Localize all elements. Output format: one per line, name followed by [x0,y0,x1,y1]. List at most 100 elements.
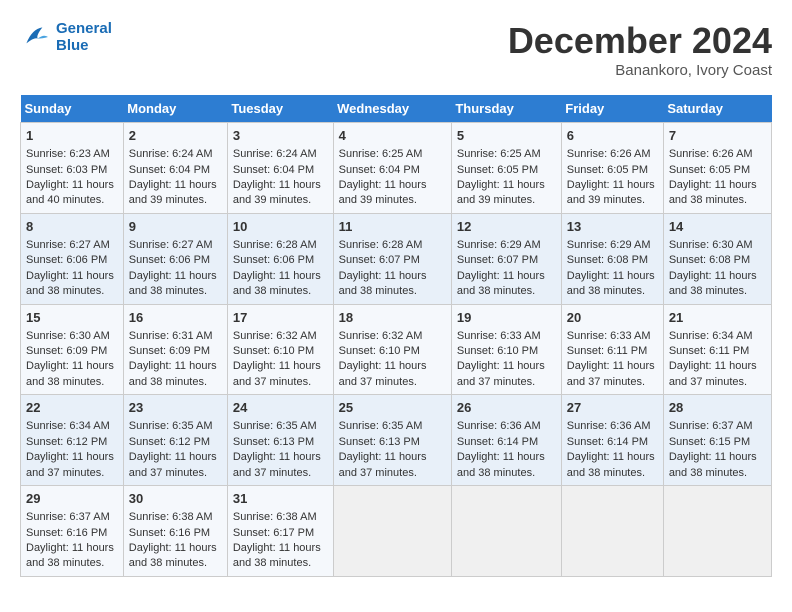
sunset-text: Sunset: 6:11 PM [567,344,658,359]
sunset-text: Sunset: 6:10 PM [457,344,556,359]
sunrise-text: Sunrise: 6:34 AM [669,329,766,344]
calendar-cell [451,486,561,577]
calendar-cell: 6Sunrise: 6:26 AMSunset: 6:05 PMDaylight… [561,123,663,214]
sunrise-text: Sunrise: 6:25 AM [457,147,556,162]
sunset-text: Sunset: 6:04 PM [233,163,328,178]
calendar-cell: 18Sunrise: 6:32 AMSunset: 6:10 PMDayligh… [333,304,451,395]
calendar-cell: 11Sunrise: 6:28 AMSunset: 6:07 PMDayligh… [333,213,451,304]
day-number: 12 [457,218,556,236]
sunrise-text: Sunrise: 6:37 AM [26,510,118,525]
daylight-text: Daylight: 11 hours and 39 minutes. [129,178,222,209]
calendar-row: 22Sunrise: 6:34 AMSunset: 6:12 PMDayligh… [21,395,772,486]
day-number: 5 [457,127,556,145]
day-number: 8 [26,218,118,236]
day-number: 16 [129,309,222,327]
calendar-cell: 16Sunrise: 6:31 AMSunset: 6:09 PMDayligh… [123,304,227,395]
logo-icon [20,21,52,53]
calendar-row: 29Sunrise: 6:37 AMSunset: 6:16 PMDayligh… [21,486,772,577]
month-year: December 2024 [508,20,772,62]
sunrise-text: Sunrise: 6:26 AM [567,147,658,162]
sunset-text: Sunset: 6:12 PM [26,435,118,450]
day-number: 10 [233,218,328,236]
calendar-cell: 7Sunrise: 6:26 AMSunset: 6:05 PMDaylight… [663,123,771,214]
calendar-cell: 26Sunrise: 6:36 AMSunset: 6:14 PMDayligh… [451,395,561,486]
header-day-saturday: Saturday [663,95,771,123]
header-day-monday: Monday [123,95,227,123]
daylight-text: Daylight: 11 hours and 38 minutes. [26,269,118,300]
day-number: 30 [129,490,222,508]
calendar-cell: 2Sunrise: 6:24 AMSunset: 6:04 PMDaylight… [123,123,227,214]
day-number: 4 [339,127,446,145]
sunrise-text: Sunrise: 6:28 AM [233,238,328,253]
title-block: December 2024 Banankoro, Ivory Coast [508,20,772,79]
sunrise-text: Sunrise: 6:35 AM [339,419,446,434]
calendar-cell: 8Sunrise: 6:27 AMSunset: 6:06 PMDaylight… [21,213,124,304]
sunset-text: Sunset: 6:10 PM [233,344,328,359]
day-number: 2 [129,127,222,145]
daylight-text: Daylight: 11 hours and 38 minutes. [233,269,328,300]
sunrise-text: Sunrise: 6:27 AM [26,238,118,253]
header-day-wednesday: Wednesday [333,95,451,123]
sunrise-text: Sunrise: 6:34 AM [26,419,118,434]
sunset-text: Sunset: 6:15 PM [669,435,766,450]
location: Banankoro, Ivory Coast [508,62,772,79]
sunrise-text: Sunrise: 6:33 AM [567,329,658,344]
calendar-cell: 23Sunrise: 6:35 AMSunset: 6:12 PMDayligh… [123,395,227,486]
calendar-cell: 22 Sunrise: 6:34 AMSunset: 6:12 PMDayligh… [21,395,124,486]
calendar-cell: 20Sunrise: 6:33 AMSunset: 6:11 PMDayligh… [561,304,663,395]
logo-text: General Blue [56,20,112,54]
day-number: 3 [233,127,328,145]
calendar-cell [663,486,771,577]
day-number: 7 [669,127,766,145]
sunset-text: Sunset: 6:06 PM [129,253,222,268]
header-day-friday: Friday [561,95,663,123]
calendar-cell: 5Sunrise: 6:25 AMSunset: 6:05 PMDaylight… [451,123,561,214]
day-number: 27 [567,399,658,417]
daylight-text: Daylight: 11 hours and 38 minutes. [129,541,222,572]
sunset-text: Sunset: 6:17 PM [233,526,328,541]
daylight-text: Daylight: 11 hours and 38 minutes. [339,269,446,300]
calendar-cell: 3Sunrise: 6:24 AMSunset: 6:04 PMDaylight… [227,123,333,214]
day-number: 22 [26,399,118,417]
daylight-text: Daylight: 11 hours and 37 minutes. [26,450,118,481]
day-number: 23 [129,399,222,417]
sunset-text: Sunset: 6:05 PM [457,163,556,178]
daylight-text: Daylight: 11 hours and 38 minutes. [129,359,222,390]
daylight-text: Daylight: 11 hours and 38 minutes. [457,450,556,481]
sunrise-text: Sunrise: 6:24 AM [129,147,222,162]
daylight-text: Daylight: 11 hours and 38 minutes. [669,269,766,300]
sunset-text: Sunset: 6:12 PM [129,435,222,450]
day-number: 21 [669,309,766,327]
calendar-cell [333,486,451,577]
sunset-text: Sunset: 6:11 PM [669,344,766,359]
daylight-text: Daylight: 11 hours and 39 minutes. [233,178,328,209]
sunrise-text: Sunrise: 6:35 AM [233,419,328,434]
daylight-text: Daylight: 11 hours and 38 minutes. [567,450,658,481]
day-number: 18 [339,309,446,327]
calendar-cell: 24Sunrise: 6:35 AMSunset: 6:13 PMDayligh… [227,395,333,486]
daylight-text: Daylight: 11 hours and 37 minutes. [233,450,328,481]
daylight-text: Daylight: 11 hours and 38 minutes. [457,269,556,300]
sunset-text: Sunset: 6:14 PM [457,435,556,450]
sunset-text: Sunset: 6:06 PM [233,253,328,268]
calendar-cell: 9Sunrise: 6:27 AMSunset: 6:06 PMDaylight… [123,213,227,304]
calendar-cell: 17Sunrise: 6:32 AMSunset: 6:10 PMDayligh… [227,304,333,395]
calendar-row: 1Sunrise: 6:23 AMSunset: 6:03 PMDaylight… [21,123,772,214]
sunrise-text: Sunrise: 6:32 AM [339,329,446,344]
sunrise-text: Sunrise: 6:29 AM [567,238,658,253]
logo: General Blue [20,20,112,54]
sunrise-text: Sunrise: 6:37 AM [669,419,766,434]
daylight-text: Daylight: 11 hours and 37 minutes. [567,359,658,390]
daylight-text: Daylight: 11 hours and 38 minutes. [26,359,118,390]
sunset-text: Sunset: 6:05 PM [567,163,658,178]
sunrise-text: Sunrise: 6:30 AM [669,238,766,253]
sunrise-text: Sunrise: 6:26 AM [669,147,766,162]
day-number: 26 [457,399,556,417]
calendar-cell: 30Sunrise: 6:38 AMSunset: 6:16 PMDayligh… [123,486,227,577]
sunrise-text: Sunrise: 6:31 AM [129,329,222,344]
daylight-text: Daylight: 11 hours and 38 minutes. [26,541,118,572]
day-number: 13 [567,218,658,236]
calendar-cell: 10 Sunrise: 6:28 AMSunset: 6:06 PMDayligh… [227,213,333,304]
day-number: 19 [457,309,556,327]
daylight-text: Daylight: 11 hours and 39 minutes. [567,178,658,209]
